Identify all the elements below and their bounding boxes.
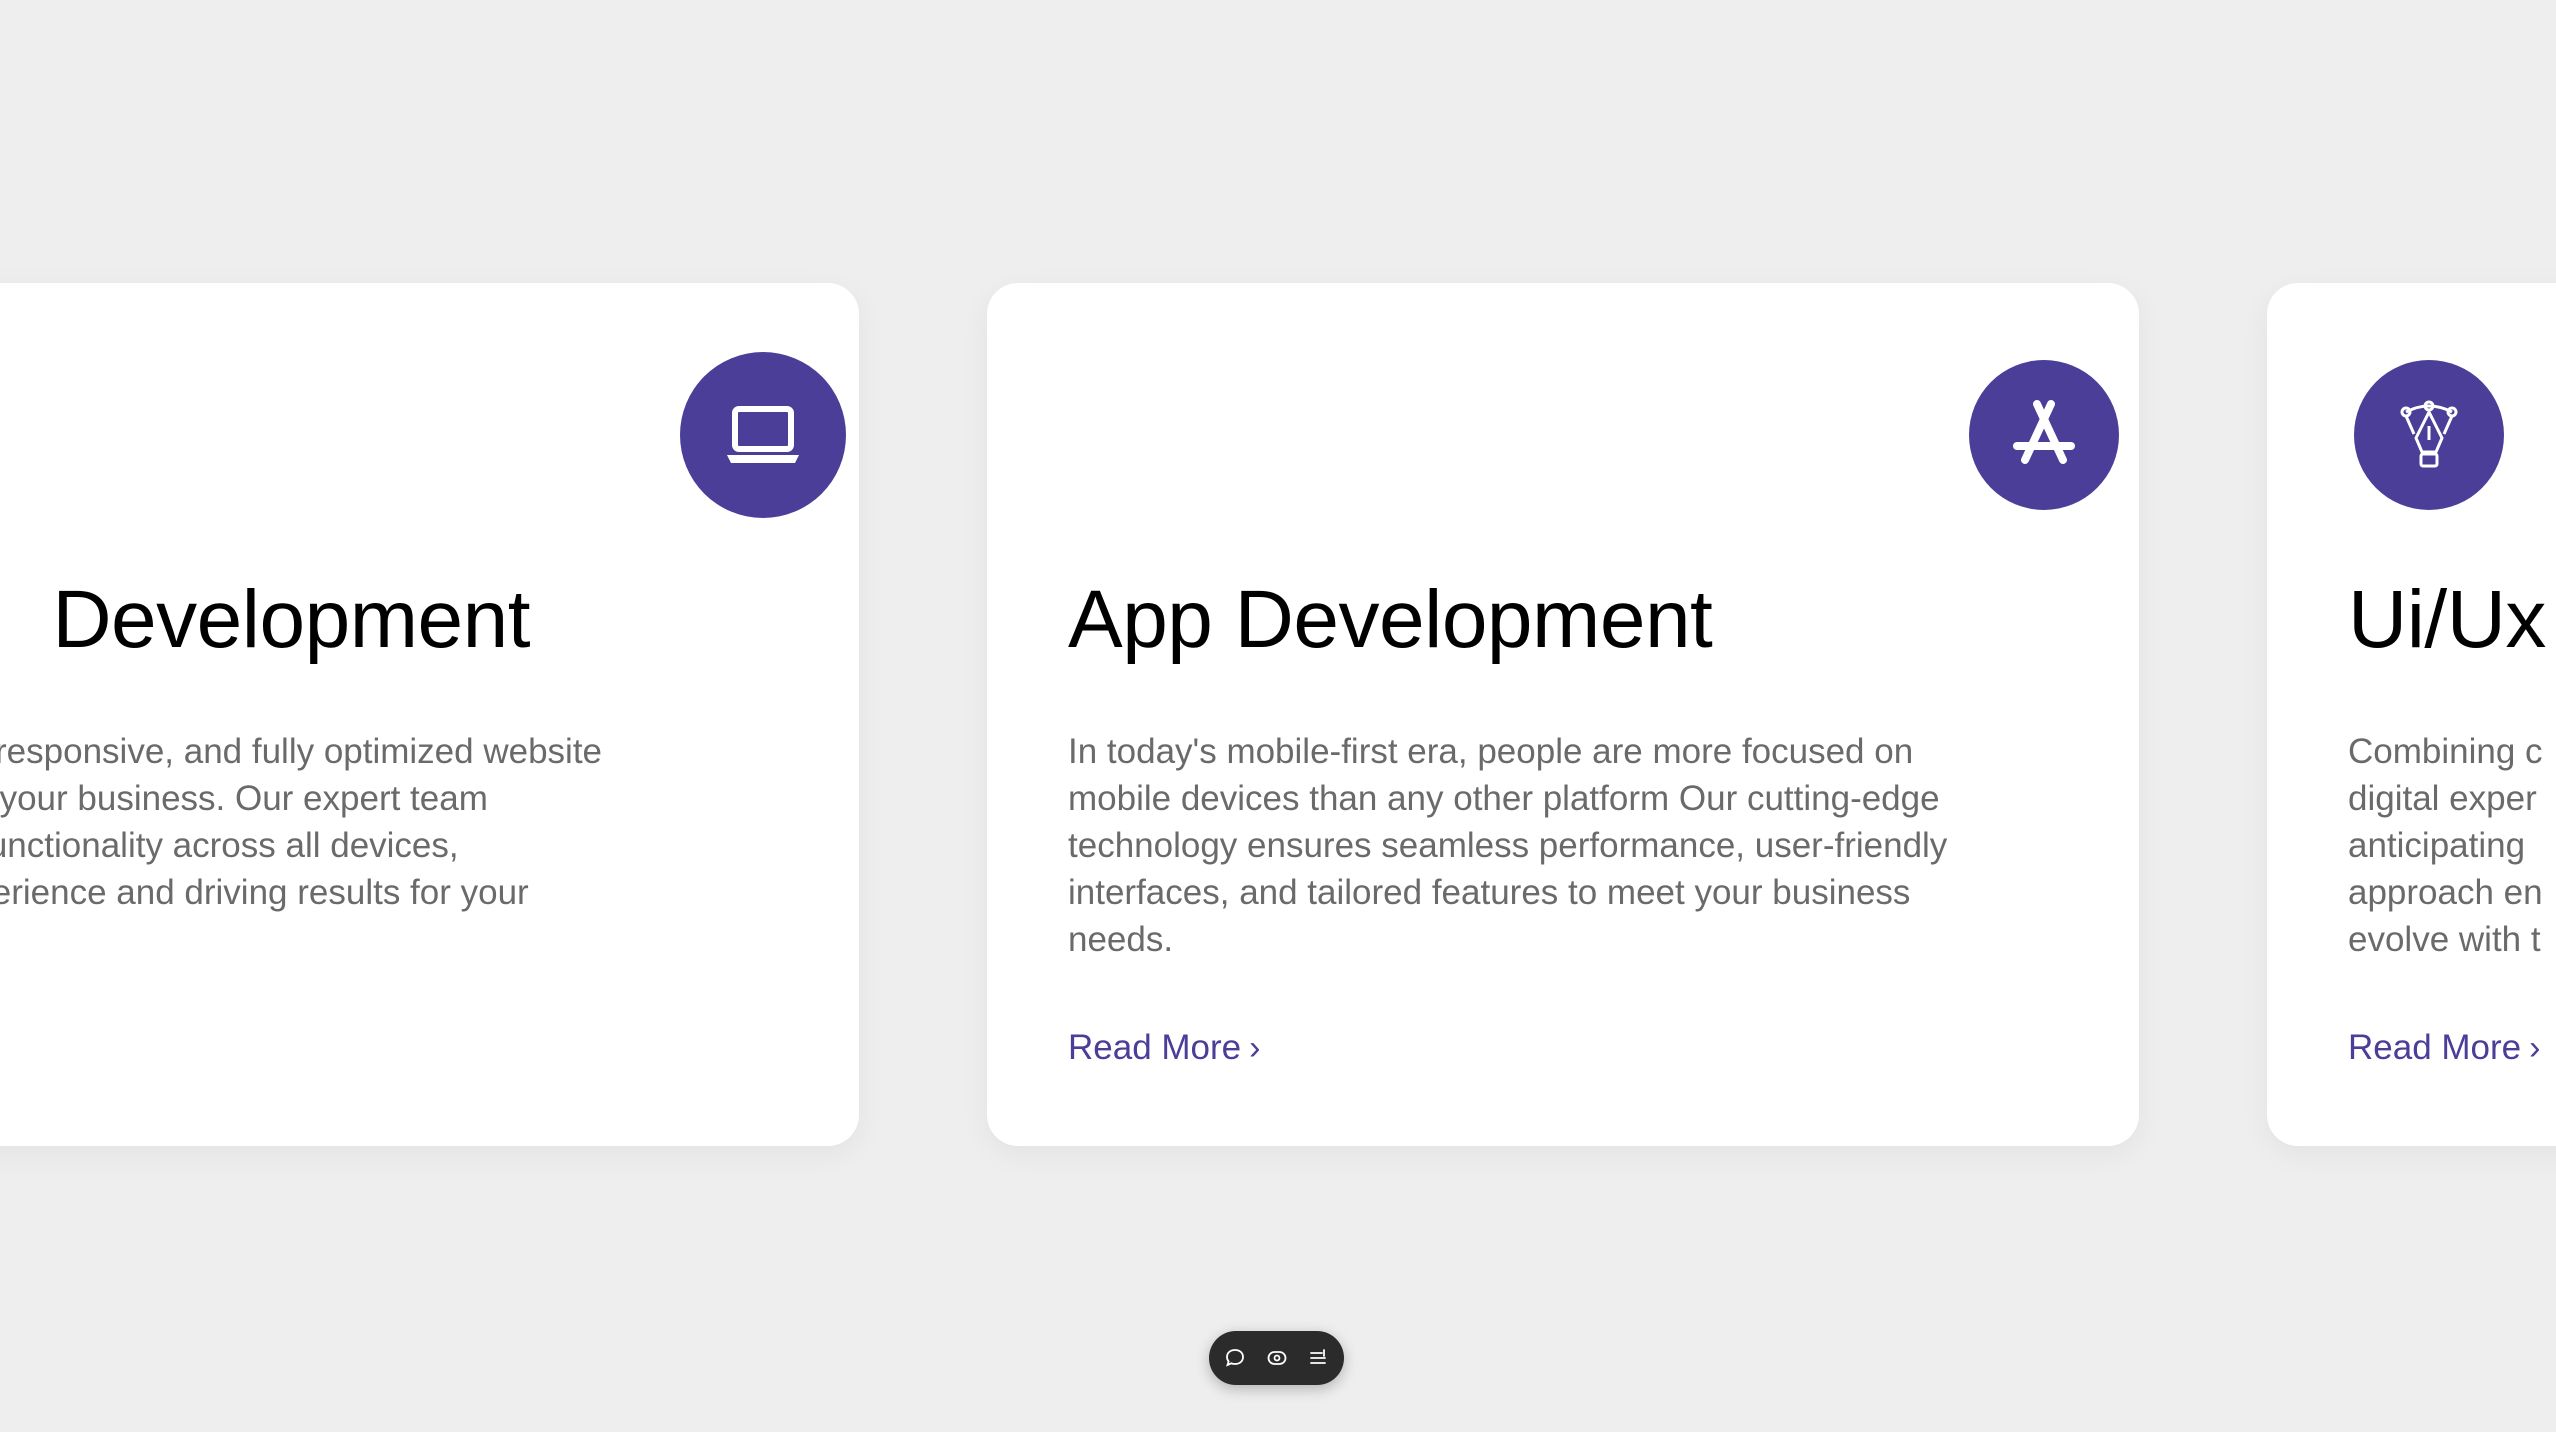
- card-description-line: quality, responsive, and fully optimized…: [0, 732, 603, 771]
- card-description-line: interfaces, and tailored features to mee…: [1068, 873, 1911, 912]
- card-description-line: digital exper: [2348, 779, 2537, 818]
- card-description-line: elevate your business. Our expert team: [0, 779, 488, 818]
- laptop-icon: [727, 406, 799, 463]
- card-description: quality, responsive, and fully optimized…: [0, 728, 777, 916]
- menu-icon: [1309, 1349, 1326, 1364]
- service-card-web-development: Development quality, responsive, and ful…: [0, 283, 859, 1146]
- card-description-line: In today's mobile-first era, people are …: [1068, 732, 1914, 771]
- read-more-label: Read More: [1068, 1028, 1242, 1067]
- card-description-line: evolve with t: [2348, 920, 2541, 959]
- card-description-line: ser experience and driving results for y…: [0, 873, 529, 912]
- service-card-app-development: App Development In today's mobile-first …: [987, 283, 2139, 1146]
- menu-button[interactable]: [1303, 1343, 1333, 1373]
- card-title: Ui/Ux: [2348, 574, 2546, 665]
- card-description-line: mobile devices than any other platform O…: [1068, 779, 1940, 818]
- card-description: Combining c digital exper anticipating a…: [2348, 728, 2543, 963]
- app-store-icon-circle: [1969, 360, 2119, 510]
- card-description-line: needs.: [1068, 920, 1174, 959]
- pen-tool-icon: [2400, 400, 2458, 468]
- read-more-label: Read More: [2348, 1028, 2522, 1067]
- card-description-line: Combining c: [2348, 732, 2543, 771]
- card-description-line: technology ensures seamless performance,…: [1068, 826, 1948, 865]
- services-carousel: Development quality, responsive, and ful…: [0, 0, 2556, 1432]
- app-store-icon: [2013, 400, 2075, 464]
- card-description-line: approach en: [2348, 873, 2543, 912]
- service-card-ui-ux: Ui/Ux Combining c digital exper anticipa…: [2267, 283, 2556, 1146]
- eye-icon: [1267, 1351, 1286, 1365]
- chevron-right-icon: ›: [1249, 1028, 1261, 1067]
- card-title: Development: [52, 574, 530, 665]
- read-more-link[interactable]: Read More ›: [1068, 1028, 2220, 1068]
- card-description-line: mless functionality across all devices,: [0, 826, 459, 865]
- comment-button[interactable]: [1220, 1343, 1250, 1373]
- read-more-link[interactable]: Read More ›: [2348, 1028, 2556, 1068]
- comment-icon: [1226, 1349, 1245, 1367]
- preview-button[interactable]: [1262, 1343, 1292, 1373]
- card-description-line: anticipating: [2348, 826, 2526, 865]
- pen-tool-icon-circle: [2354, 360, 2504, 510]
- laptop-icon-circle: [680, 352, 846, 518]
- card-description: In today's mobile-first era, people are …: [1068, 728, 1947, 963]
- chevron-right-icon: ›: [2529, 1028, 2541, 1067]
- floating-toolbar: [1209, 1331, 1344, 1385]
- card-title: App Development: [1068, 574, 1713, 665]
